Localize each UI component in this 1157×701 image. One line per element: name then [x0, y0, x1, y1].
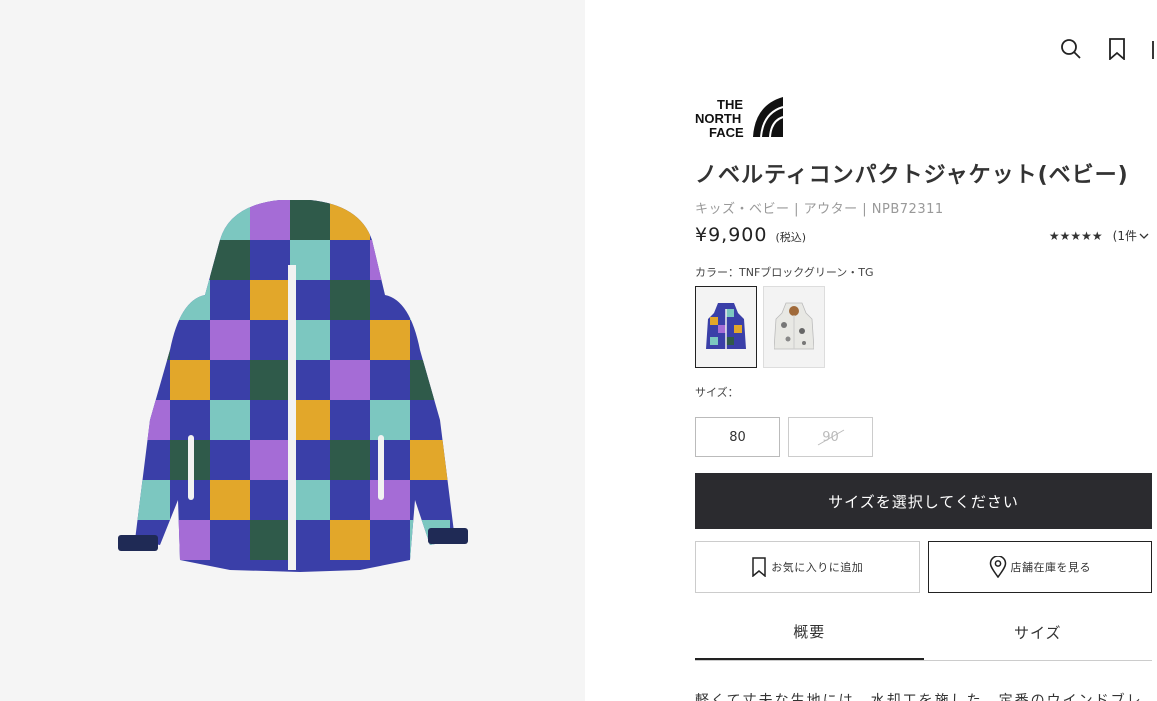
- add-to-favorites-label: お気に入りに追加: [771, 561, 864, 574]
- bookmark-icon[interactable]: [1105, 36, 1129, 62]
- bookmark-icon: [752, 557, 766, 577]
- search-icon[interactable]: [1059, 36, 1083, 62]
- svg-text:THE: THE: [717, 97, 743, 112]
- color-label: カラー：TNFブロックグリーン・TG: [695, 266, 874, 279]
- chevron-down-icon: [1139, 233, 1149, 239]
- tax-note: (税込): [775, 231, 807, 244]
- action-buttons: お気に入りに追加 店舗在庫を見る: [695, 541, 1152, 593]
- brand-logo[interactable]: THE NORTH FACE: [695, 95, 787, 140]
- swatch-jacket-image: [774, 302, 814, 350]
- price-row: ¥9,900 (税込): [695, 224, 806, 246]
- product-image: [118, 200, 468, 572]
- product-image-panel: [0, 0, 585, 701]
- review-count-label: (1件: [1112, 229, 1137, 243]
- price: ¥9,900: [695, 224, 768, 246]
- review-count[interactable]: (1件: [1113, 227, 1149, 244]
- rating[interactable]: ★★★★★ (1件: [1049, 227, 1149, 244]
- color-swatch-alt[interactable]: [763, 286, 825, 368]
- store-stock-button[interactable]: 店舗在庫を見る: [927, 541, 1152, 593]
- product-title: ノベルティコンパクトジャケット(ベビー): [695, 163, 1129, 188]
- product-description: 軽くて丈夫な生地には、水却工を施した、定番のウインドブレ: [695, 693, 1143, 701]
- size-option-90[interactable]: 90: [788, 417, 873, 457]
- product-category: キッズ・ベビー | アウター | NPB72311: [695, 202, 944, 217]
- product-info-panel: THE NORTH FACE ノベルティコンパクトジャケット(ベビー) キッズ・…: [585, 0, 1157, 701]
- add-to-favorites-button[interactable]: お気に入りに追加: [695, 541, 920, 593]
- tab-overview[interactable]: 概要: [695, 604, 924, 660]
- location-pin-icon: [989, 556, 1006, 578]
- product-tabs: 概要 サイズ: [695, 604, 1152, 661]
- size-label: サイズ：: [695, 386, 739, 399]
- cart-icon[interactable]: [1151, 36, 1157, 62]
- swatch-jacket-image: [706, 303, 746, 349]
- rating-stars: ★★★★★: [1048, 228, 1103, 243]
- select-size-button[interactable]: サイズを選択してください: [695, 473, 1152, 529]
- the-north-face-logo-icon: THE NORTH FACE: [695, 97, 784, 140]
- size-options: 80 90: [695, 417, 873, 457]
- tab-size[interactable]: サイズ: [924, 604, 1153, 660]
- color-swatch-tnf-block-green[interactable]: [695, 286, 757, 368]
- svg-text:FACE: FACE: [709, 125, 744, 139]
- store-stock-label: 店舗在庫を見る: [1010, 561, 1091, 574]
- size-option-80[interactable]: 80: [695, 417, 780, 457]
- svg-text:NORTH: NORTH: [695, 111, 741, 126]
- header-icons: [1059, 36, 1157, 62]
- color-swatches: [695, 286, 825, 368]
